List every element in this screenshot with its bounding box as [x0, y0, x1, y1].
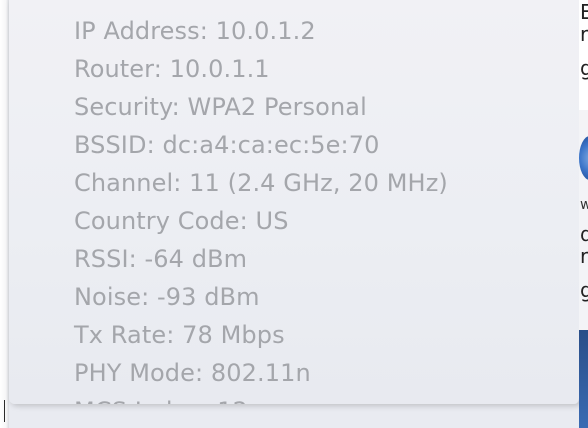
router-row: Router: 10.0.1.1 — [74, 55, 270, 83]
background-text-glyph: E — [580, 0, 588, 24]
background-text-glyph: w — [580, 197, 588, 213]
phy-mode-row: PHY Mode: 802.11n — [74, 359, 311, 387]
background-text-glyph: r — [580, 22, 588, 46]
rssi-row: RSSI: -64 dBm — [74, 245, 248, 273]
mcs-index-row: MCS Index: 12 — [74, 392, 448, 404]
country-code-row: Country Code: US — [74, 207, 289, 235]
text-cursor-mark — [4, 400, 5, 422]
tx-rate-row: Tx Rate: 78 Mbps — [74, 321, 285, 349]
background-text-glyph: g — [580, 56, 588, 80]
background-window-left-edge — [0, 0, 9, 428]
network-info-list: IP Address: 10.0.1.2 Router: 10.0.1.1 Se… — [74, 0, 448, 404]
background-panel-bottom — [579, 330, 588, 428]
security-row: Security: WPA2 Personal — [74, 93, 367, 121]
noise-row: Noise: -93 dBm — [74, 283, 260, 311]
background-text-glyph: r — [580, 244, 588, 268]
wifi-network-details-menu: IP Address: 10.0.1.2 Router: 10.0.1.1 Se… — [9, 0, 580, 404]
ip-address-row: IP Address: 10.0.1.2 — [74, 17, 316, 45]
background-window-right-edge: E r g w d r g — [579, 0, 588, 428]
bssid-row: BSSID: dc:a4:ca:ec:5e:70 — [74, 131, 380, 159]
background-text-glyph: g — [580, 278, 588, 302]
background-text-glyph: d — [580, 222, 588, 246]
channel-row: Channel: 11 (2.4 GHz, 20 MHz) — [74, 169, 448, 197]
